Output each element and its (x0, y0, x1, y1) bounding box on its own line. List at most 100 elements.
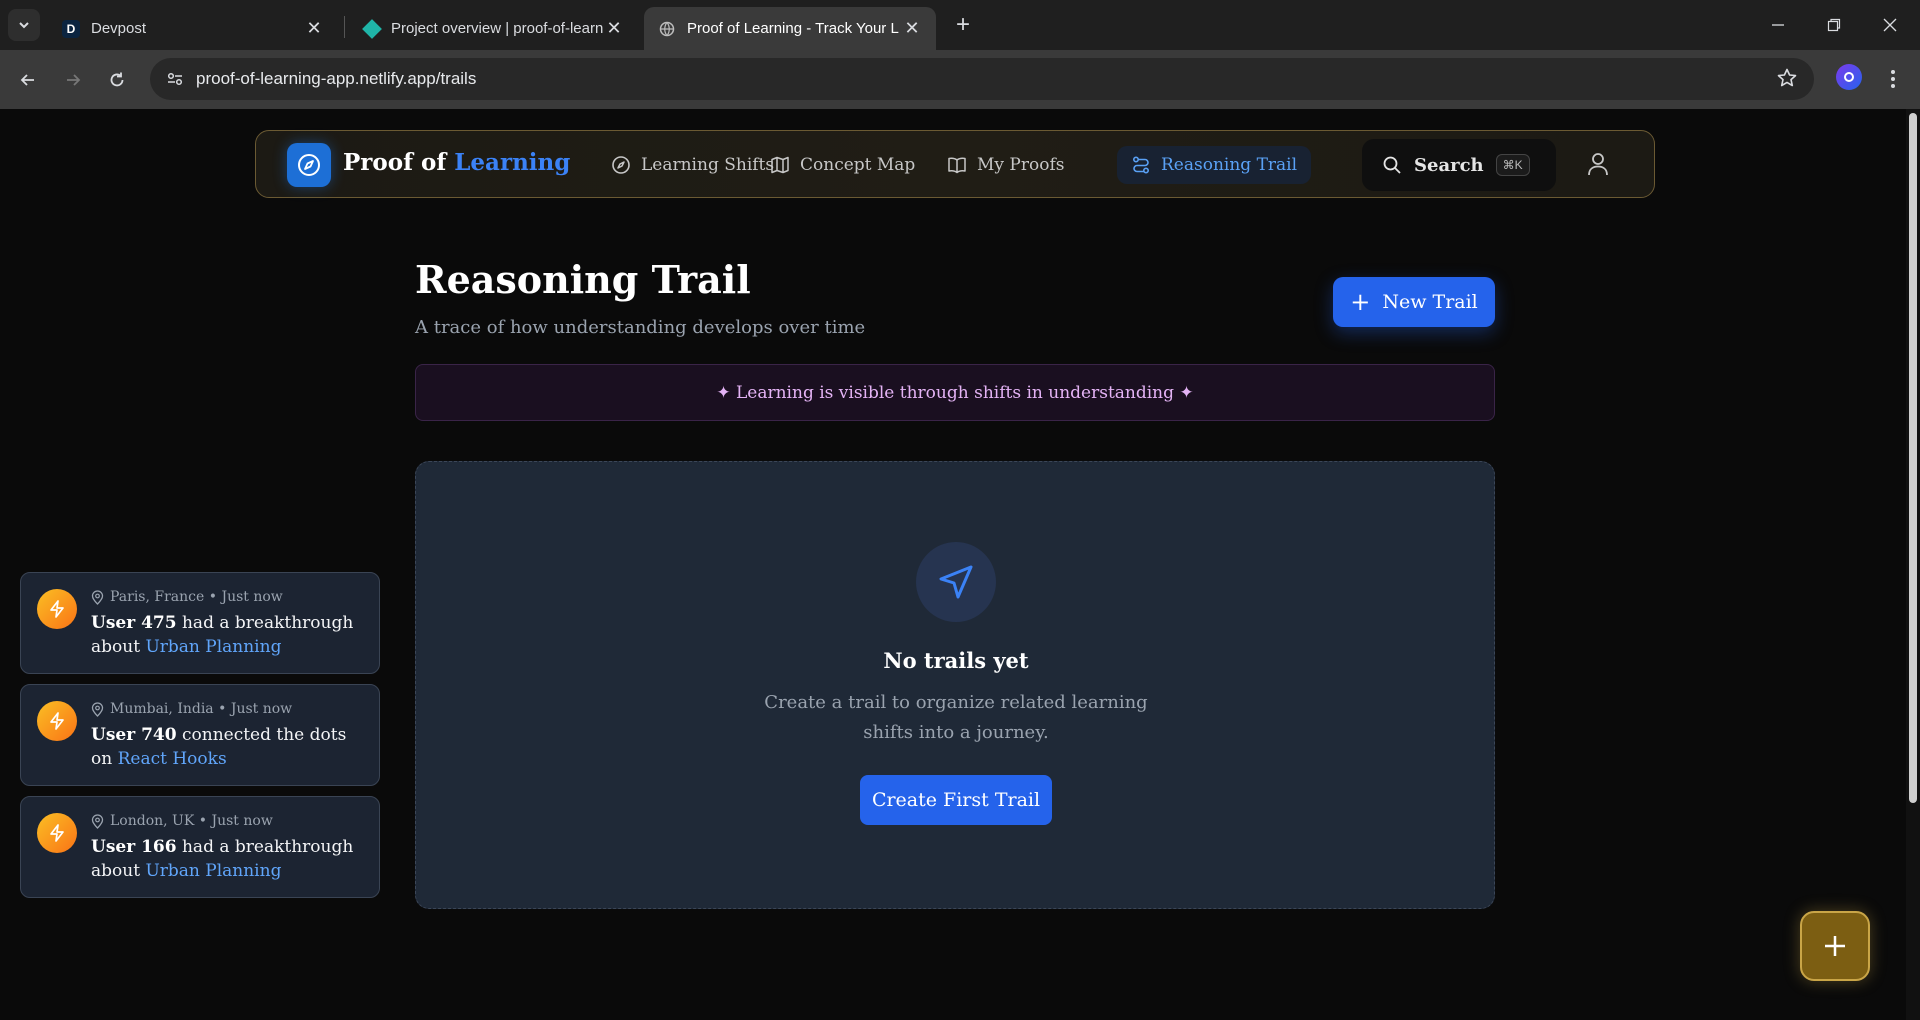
bookmark-star-icon[interactable] (1776, 67, 1798, 94)
search-shortcut: ⌘K (1495, 154, 1530, 176)
toast-user: User 475 (91, 613, 177, 633)
plus-icon (1825, 936, 1845, 956)
url-text[interactable]: proof-of-learning-app.netlify.app/trails (196, 69, 476, 89)
page-title: Reasoning Trail (415, 257, 751, 302)
toast-message: User 166 had a breakthrough about Urban … (91, 835, 371, 883)
new-tab-button[interactable]: + (948, 10, 978, 40)
new-trail-label: New Trail (1382, 291, 1478, 313)
browser-tab-bar: D Devpost ✕ Project overview | proof-of-… (0, 0, 1920, 50)
route-icon (1132, 156, 1150, 174)
tab-title: Devpost (91, 20, 147, 37)
brand-name[interactable]: Proof of Learning (343, 149, 570, 176)
address-bar[interactable]: proof-of-learning-app.netlify.app/trails (150, 58, 1814, 100)
toast-user: User 740 (91, 725, 177, 745)
toast-location: Mumbai, India (110, 701, 214, 717)
browser-toolbar: proof-of-learning-app.netlify.app/trails (0, 50, 1920, 109)
tab-proof-of-learning[interactable]: Proof of Learning - Track Your L ✕ (644, 7, 936, 50)
close-icon[interactable]: ✕ (902, 18, 922, 39)
arrow-left-icon (20, 74, 34, 86)
tab-project-overview[interactable]: Project overview | proof-of-learn ✕ (348, 7, 638, 50)
close-icon[interactable]: ✕ (304, 18, 324, 39)
more-vertical-icon (1891, 70, 1895, 88)
reload-icon (110, 72, 124, 87)
activity-toast[interactable]: London, UK • Just now User 166 had a bre… (20, 796, 380, 898)
brand-accent: Learning (454, 149, 571, 176)
lightning-icon (37, 701, 77, 741)
info-banner: ✦ Learning is visible through shifts in … (415, 364, 1495, 421)
empty-state-card: No trails yet Create a trail to organize… (415, 461, 1495, 909)
tab-separator (344, 16, 345, 38)
page-subtitle: A trace of how understanding develops ov… (415, 317, 866, 338)
plus-icon: + (1350, 288, 1371, 316)
lightning-icon (37, 813, 77, 853)
nav-concept-map[interactable]: Concept Map (756, 146, 929, 184)
app-navbar: Proof of Learning Learning Shifts Concep… (255, 130, 1655, 198)
page-content: Proof of Learning Learning Shifts Concep… (0, 109, 1920, 1020)
search-button[interactable]: Search ⌘K (1362, 139, 1556, 191)
lightning-icon (37, 589, 77, 629)
minimize-button[interactable] (1750, 0, 1806, 50)
nav-label: Reasoning Trail (1161, 155, 1298, 175)
map-pin-icon (91, 589, 104, 605)
toast-topic[interactable]: Urban Planning (145, 637, 281, 657)
map-pin-icon (91, 701, 104, 717)
toast-topic[interactable]: Urban Planning (145, 861, 281, 881)
nav-my-proofs[interactable]: My Proofs (933, 146, 1078, 184)
browser-menu-button[interactable] (1878, 64, 1908, 94)
reload-button[interactable] (101, 64, 133, 96)
toast-meta: Mumbai, India • Just now (91, 701, 292, 717)
site-settings-icon[interactable] (154, 58, 196, 100)
extension-icon[interactable] (1836, 64, 1862, 90)
send-icon (916, 542, 996, 622)
restore-icon (1827, 18, 1841, 32)
globe-icon (658, 20, 676, 38)
activity-toast[interactable]: Mumbai, India • Just now User 740 connec… (20, 684, 380, 786)
map-icon (771, 156, 789, 174)
nav-reasoning-trail[interactable]: Reasoning Trail (1117, 146, 1312, 184)
map-pin-icon (91, 813, 104, 829)
toast-user: User 166 (91, 837, 177, 857)
floating-add-button[interactable] (1800, 911, 1870, 981)
back-button[interactable] (12, 64, 44, 96)
new-trail-button[interactable]: + New Trail (1333, 277, 1495, 327)
close-window-button[interactable] (1862, 0, 1918, 50)
toast-meta: London, UK • Just now (91, 813, 273, 829)
close-icon (1883, 18, 1897, 32)
toast-time: Just now (230, 701, 293, 717)
compass-logo-icon[interactable] (287, 143, 331, 187)
nav-label: My Proofs (977, 155, 1065, 175)
restore-button[interactable] (1806, 0, 1862, 50)
minimize-icon (1772, 24, 1784, 26)
book-open-icon (948, 157, 966, 174)
page-scrollbar[interactable] (1906, 109, 1920, 1020)
toast-message: User 475 had a breakthrough about Urban … (91, 611, 371, 659)
tab-title: Project overview | proof-of-learn (391, 20, 604, 37)
close-icon[interactable]: ✕ (604, 18, 624, 39)
empty-state-title: No trails yet (883, 648, 1029, 673)
tab-search-button[interactable] (8, 9, 40, 41)
activity-toast[interactable]: Paris, France • Just now User 475 had a … (20, 572, 380, 674)
tab-devpost[interactable]: D Devpost ✕ (48, 7, 338, 50)
nav-label: Concept Map (800, 155, 916, 175)
toast-topic[interactable]: React Hooks (118, 749, 227, 769)
search-label: Search (1414, 154, 1484, 176)
diamond-favicon-icon (362, 18, 382, 39)
nav-label: Learning Shifts (641, 155, 775, 175)
toast-message: User 740 connected the dots on React Hoo… (91, 723, 371, 771)
user-profile-icon[interactable] (1586, 151, 1610, 182)
tab-title: Proof of Learning - Track Your L (687, 20, 899, 37)
compass-icon (612, 156, 630, 174)
brand-prefix: Proof of (343, 149, 447, 176)
devpost-favicon-icon: D (62, 19, 80, 38)
arrow-right-icon (67, 74, 81, 86)
scrollbar-thumb[interactable] (1909, 113, 1917, 803)
toast-meta: Paris, France • Just now (91, 589, 283, 605)
create-first-trail-button[interactable]: Create First Trail (860, 775, 1052, 825)
toast-location: London, UK (110, 813, 195, 829)
search-icon (1383, 156, 1401, 174)
empty-state-description: Create a trail to organize related learn… (764, 692, 1148, 743)
chevron-down-icon (19, 22, 29, 29)
toast-time: Just now (221, 589, 283, 605)
forward-button[interactable] (57, 64, 89, 96)
toast-location: Paris, France (110, 589, 205, 605)
